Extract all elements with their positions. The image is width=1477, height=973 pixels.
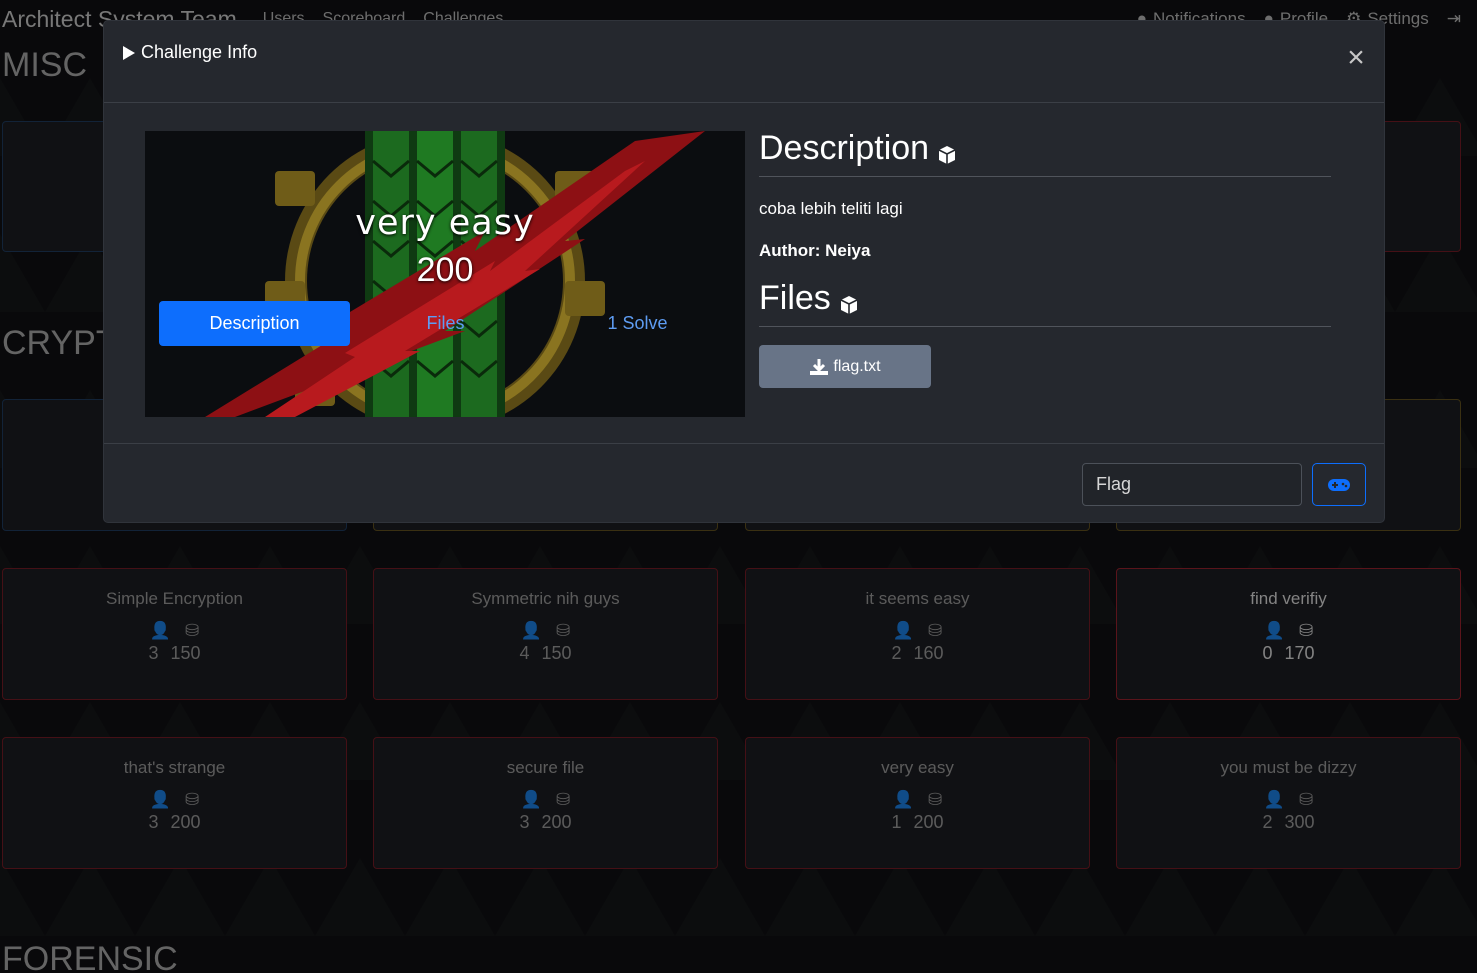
files-heading-label: Files [759,279,831,317]
file-name: flag.txt [833,357,881,375]
modal-title: Challenge Info [122,42,257,63]
download-file-button[interactable]: flag.txt [759,345,931,388]
flag-input[interactable] [1082,463,1302,506]
submit-flag-button[interactable] [1312,463,1366,506]
modal-title-label: Challenge Info [141,42,258,62]
cube-icon [840,295,858,314]
files-heading: Files [759,279,1331,327]
banner-points: 200 [416,251,474,289]
description-text: coba lebih teliti lagi [759,199,903,218]
download-icon [810,358,829,375]
tab-solves[interactable]: 1 Solve [590,301,685,346]
description-heading-label: Description [759,129,930,167]
gamepad-icon [1328,478,1350,491]
challenge-details: Description coba lebih teliti lagi Autho… [759,129,1331,388]
play-icon [123,45,135,60]
modal-header: Challenge Info × [104,21,1384,103]
tab-files[interactable]: Files [398,301,493,346]
author-text: Author: Neiya [759,241,871,260]
close-button[interactable]: × [1344,43,1368,73]
challenge-banner: very easy 200 Description Files 1 Solve [145,131,745,417]
banner-challenge-name: very easy [355,203,535,243]
cube-icon [938,145,956,164]
modal-footer [104,443,1384,523]
tab-description[interactable]: Description [159,301,350,346]
challenge-modal: Challenge Info × very easy 200 Descripti… [103,20,1385,523]
description-heading: Description [759,129,1331,177]
